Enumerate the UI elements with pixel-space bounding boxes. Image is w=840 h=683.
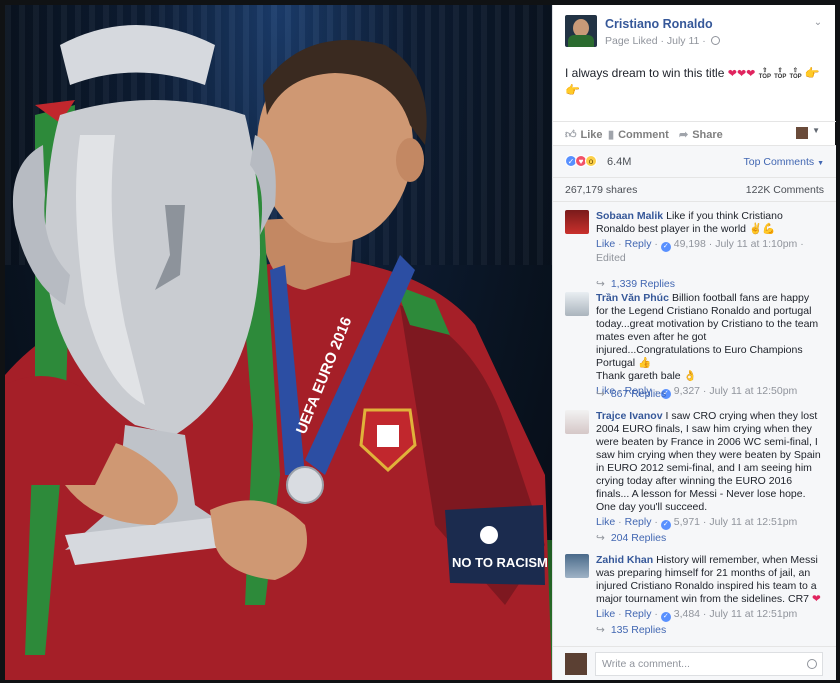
photo-viewer: NO TO RACISM UEFA EURO 2016 Cristiano Ro… (0, 0, 840, 683)
comment-like-link[interactable]: Like (596, 516, 615, 528)
write-comment-input[interactable] (595, 652, 823, 676)
reaction-icons[interactable]: ✓ ♥ o (565, 155, 597, 167)
post-meta: Page Liked · July 11 · (605, 35, 720, 47)
page-name-link[interactable]: Cristiano Ronaldo (605, 17, 713, 31)
comment-action[interactable]: ▮ Comment (608, 128, 669, 141)
comment-like-count[interactable]: 3,484 (674, 608, 700, 620)
reactions-summary: ✓ ♥ o 6.4M Top Comments ▼ (553, 145, 836, 177)
comment-body: Trần Văn Phúc Billion football fans are h… (596, 292, 823, 399)
top-arrow-icon: ⇧ TOP (758, 67, 771, 80)
heart-emoji-group: ❤❤❤ (727, 68, 756, 80)
reply-arrow-icon: ↪ (596, 388, 605, 400)
comment-text-line2: Thank gareth bale (596, 370, 681, 382)
comment-icon: ▮ (608, 129, 615, 141)
replies-count: 867 Replies (610, 388, 667, 400)
commenter-avatar[interactable] (565, 210, 589, 234)
view-replies-link[interactable]: ↪ 867 Replies (596, 388, 666, 400)
post-header: Cristiano Ronaldo Page Liked · July 11 ·… (565, 15, 825, 55)
current-user-avatar (565, 653, 587, 675)
comment-meta: Like · Reply · ✓ 3,484 · July 11 at 12:5… (596, 608, 798, 622)
post-actions: 👍︎ Like ▮ Comment ➦ Share ▼ (553, 121, 836, 145)
react-as-avatar[interactable] (796, 127, 808, 139)
reply-arrow-icon: ↪ (596, 532, 605, 544)
like-action-label: Like (580, 129, 603, 141)
pointing-hand-emoji: 👉 (565, 83, 580, 97)
top-arrow-icon: ⇧ TOP (789, 67, 802, 80)
comment-composer (553, 646, 836, 680)
comment-text: I saw CRO crying when they lost 2004 EUR… (596, 410, 821, 513)
player-with-trophy-illustration: NO TO RACISM UEFA EURO 2016 (5, 25, 552, 680)
share-action[interactable]: ➦ Share (679, 128, 723, 141)
comment-body: Zahid Khan History will remember, when Me… (596, 554, 823, 622)
comment-body: Sobaan Malik Like if you think Cristiano … (596, 210, 823, 265)
top-arrow-icon: ⇧ TOP (774, 67, 787, 80)
comment-body: Trajce Ivanov I saw CRO crying when they … (596, 410, 823, 530)
reply-arrow-icon: ↪ (596, 278, 605, 290)
comment-meta: Like · Reply · ✓ 5,971 · July 11 at 12:5… (596, 516, 798, 530)
comment-like-count[interactable]: 49,198 (674, 238, 706, 250)
like-count-icon: ✓ (660, 520, 671, 530)
like-action[interactable]: 👍︎ Like (565, 128, 603, 141)
wow-reaction-icon: o (585, 155, 597, 167)
commenter-avatar[interactable] (565, 554, 589, 578)
comment-meta: Like · Reply · ✓ 49,198 · July 11 at 1:1… (596, 238, 804, 264)
post-caption: I always dream to win this title (565, 66, 725, 80)
replies-count: 135 Replies (610, 624, 667, 636)
comment-reply-link[interactable]: Reply (625, 608, 652, 620)
comment-emoji: 👍 (638, 357, 652, 369)
comment-reply-link[interactable]: Reply (625, 238, 652, 250)
comment-time[interactable]: July 11 at 12:51pm (709, 516, 797, 528)
post-meta-text: Page Liked · July 11 · (605, 35, 706, 47)
comments-count[interactable]: 122K Comments (746, 184, 824, 196)
comment-edited[interactable]: Edited (596, 252, 626, 264)
comment-like-count[interactable]: 5,971 (674, 516, 700, 528)
reply-arrow-icon: ↪ (596, 624, 605, 636)
post-side-panel: Cristiano Ronaldo Page Liked · July 11 ·… (552, 5, 836, 680)
shares-row: 267,179 shares 122K Comments (553, 177, 836, 201)
comment-time[interactable]: July 11 at 12:51pm (709, 608, 797, 620)
comment-reply-link[interactable]: Reply (625, 516, 652, 528)
commenter-name[interactable]: Sobaan Malik (596, 210, 663, 222)
comment-time[interactable]: July 11 at 12:50pm (709, 385, 797, 397)
comment-action-label: Comment (618, 129, 669, 141)
like-count-icon: ✓ (660, 242, 671, 252)
reaction-count[interactable]: 6.4M (607, 156, 631, 168)
comment-emoji: 👌 (683, 370, 697, 382)
page-avatar[interactable] (565, 15, 597, 47)
share-action-label: Share (692, 129, 723, 141)
commenter-avatar[interactable] (565, 292, 589, 316)
pointing-hand-emoji: 👉 (804, 66, 820, 80)
like-count-icon: ✓ (660, 612, 671, 622)
comment-time[interactable]: July 11 at 1:10pm (715, 238, 797, 250)
commenter-name[interactable]: Trajce Ivanov (596, 410, 663, 422)
captain-armband: NO TO RACISM (445, 505, 548, 585)
replies-count: 204 Replies (610, 532, 667, 544)
view-replies-link[interactable]: ↪ 135 Replies (596, 624, 666, 636)
chevron-down-icon[interactable]: ⌄ (811, 17, 825, 31)
thumbs-up-icon: 👍︎ (565, 129, 577, 141)
caret-down-icon: ▼ (817, 160, 824, 167)
globe-icon (710, 36, 720, 45)
commenter-avatar[interactable] (565, 410, 589, 434)
share-icon: ➦ (679, 129, 689, 141)
top-comments-label: Top Comments (743, 156, 815, 168)
view-replies-link[interactable]: ↪ 1,339 Replies (596, 278, 675, 290)
comment-like-link[interactable]: Like (596, 238, 615, 250)
comment-like-count[interactable]: 9,327 (674, 385, 700, 397)
shares-count[interactable]: 267,179 shares (565, 184, 637, 196)
replies-count: 1,339 Replies (610, 278, 676, 290)
comments-list: Sobaan Malik Like if you think Cristiano … (553, 201, 836, 646)
post-photo[interactable]: NO TO RACISM UEFA EURO 2016 (5, 5, 552, 680)
commenter-name[interactable]: Zahid Khan (596, 554, 653, 566)
top-comments-sort[interactable]: Top Comments ▼ (744, 156, 824, 168)
commenter-name[interactable]: Trần Văn Phúc (596, 292, 669, 304)
svg-text:NO TO RACISM: NO TO RACISM (452, 555, 548, 570)
emoji-picker-icon[interactable] (807, 659, 817, 669)
comment-like-link[interactable]: Like (596, 608, 615, 620)
caret-down-icon[interactable]: ▼ (812, 126, 820, 135)
comment-emoji: ❤ (811, 593, 821, 605)
view-replies-link[interactable]: ↪ 204 Replies (596, 532, 666, 544)
comment-emoji: ✌💪 (748, 223, 776, 235)
post-text: I always dream to win this title ❤❤❤ ⇧ TO… (565, 65, 827, 98)
